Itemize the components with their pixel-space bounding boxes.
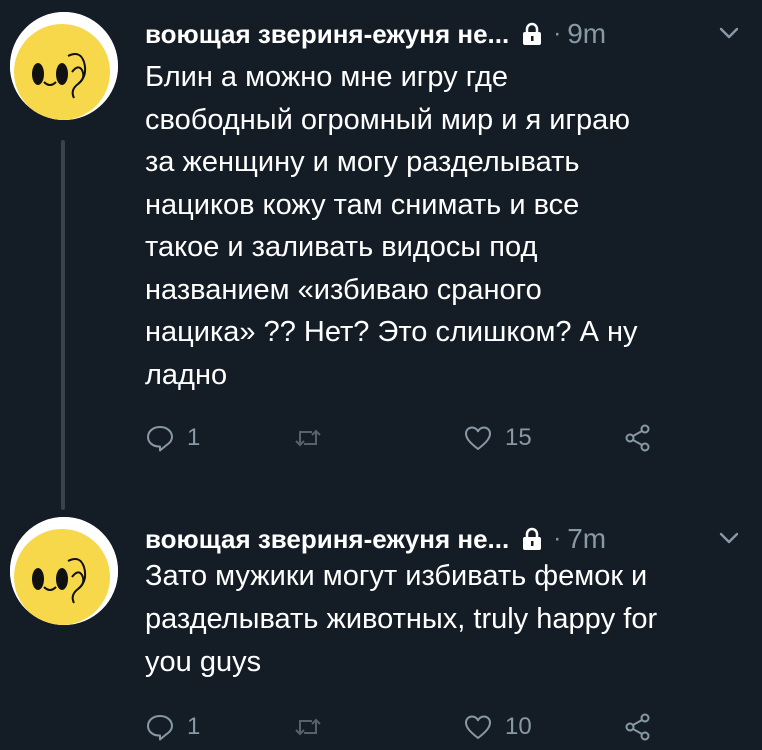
like-button[interactable]: 10 — [463, 707, 532, 747]
avatar-face-icon — [10, 12, 118, 120]
reply-button[interactable]: 1 — [145, 707, 200, 747]
avatar-face-icon — [10, 517, 118, 625]
tweet-text-line: такое и заливать видосы под — [145, 231, 538, 263]
reply-icon — [147, 426, 173, 452]
tweet-text-line: за женщину и могу разделывать — [145, 146, 580, 178]
lock-icon — [519, 526, 545, 552]
tweet-header: воющая звериня-ежуня не... · 9m — [145, 14, 606, 54]
share-button[interactable] — [623, 707, 653, 747]
retweet-button[interactable] — [293, 707, 335, 747]
retweet-icon — [295, 718, 321, 736]
reply-count: 1 — [187, 424, 201, 451]
heart-icon — [465, 426, 491, 450]
tweet-text-line: ладно — [145, 358, 228, 391]
tweet-text-line: Зато мужики могут избивать фемок и — [145, 560, 648, 592]
separator: · — [553, 20, 562, 47]
chevron-down-icon[interactable] — [718, 527, 740, 549]
reply-button[interactable]: 1 — [145, 418, 200, 458]
heart-icon — [465, 715, 491, 739]
tweet-actions: 1 15 — [145, 418, 685, 458]
tweet-text-line: нацика» ?? Нет? Это слишком? А ну — [145, 316, 638, 348]
retweet-button[interactable] — [293, 418, 335, 458]
like-button[interactable]: 15 — [463, 418, 532, 458]
tweet-text: Блин а можно мне игру где свободный огро… — [145, 56, 745, 396]
avatar[interactable] — [10, 12, 118, 120]
timestamp[interactable]: 7m — [567, 523, 606, 555]
retweet-icon — [295, 429, 321, 447]
lock-icon — [519, 21, 545, 47]
tweet-actions: 1 10 — [145, 707, 685, 747]
tweet-text-line: нациков кожу там снимать и все — [145, 188, 580, 221]
tweet[interactable]: воющая звериня-ежуня не... · 9m Блин а м… — [0, 0, 762, 510]
avatar[interactable] — [10, 517, 118, 625]
share-icon — [625, 713, 650, 741]
share-icon — [625, 424, 650, 452]
tweet-text-line: you guys — [145, 646, 262, 678]
tweet-text-line: названием «избиваю сраного — [145, 273, 542, 306]
tweet-text-line: Блин а можно мне игру где — [145, 61, 509, 93]
tweet[interactable]: воющая звериня-ежуня не... · 7m Зато муж… — [0, 505, 762, 750]
display-name[interactable]: воющая звериня-ежуня не... — [145, 524, 509, 555]
tweet-text: Зато мужики могут избивать фемок и разде… — [145, 555, 745, 684]
chevron-down-icon[interactable] — [718, 22, 740, 44]
timestamp[interactable]: 9m — [567, 18, 606, 50]
display-name[interactable]: воющая звериня-ежуня не... — [145, 19, 509, 50]
tweet-text-line: разделывать животных, truly happy for — [145, 603, 658, 635]
reply-icon — [147, 715, 173, 741]
thread-line — [61, 140, 65, 510]
like-count: 10 — [505, 713, 532, 740]
like-count: 15 — [505, 424, 532, 451]
tweet-text-line: свободный огромный мир и я играю — [145, 103, 630, 136]
tweet-header: воющая звериня-ежуня не... · 7m — [145, 519, 606, 559]
share-button[interactable] — [623, 418, 653, 458]
separator: · — [553, 525, 562, 552]
reply-count: 1 — [187, 713, 201, 740]
